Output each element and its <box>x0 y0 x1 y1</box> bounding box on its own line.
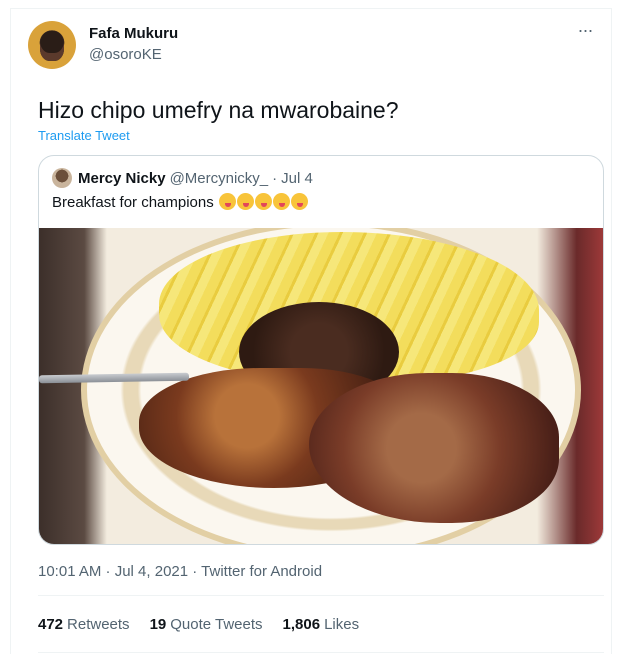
yum-emoji-icon <box>218 193 236 210</box>
quote-tweets-stat[interactable]: 19 Quote Tweets <box>150 616 263 633</box>
tweet-text: Hizo chipo umefry na mwarobaine? <box>38 97 399 123</box>
quoted-author-avatar <box>52 168 72 188</box>
divider <box>38 595 604 596</box>
likes-count: 1,806 <box>282 616 321 633</box>
yum-emoji-icon <box>236 193 254 210</box>
retweets-label: Retweets <box>67 616 130 633</box>
more-horizontal-icon[interactable]: ··· <box>574 21 596 45</box>
author-avatar[interactable] <box>28 21 76 69</box>
likes-label: Likes <box>324 616 360 633</box>
quoted-author-handle: @Mercynicky_ <box>169 169 269 187</box>
yum-emoji-icon <box>290 193 308 210</box>
yum-emoji-icon <box>272 193 290 210</box>
quoted-tweet-text: Breakfast for champions <box>52 193 308 211</box>
likes-stat[interactable]: 1,806 Likes <box>283 616 360 633</box>
tweet-header: Fafa Mukuru @osoroKE ··· <box>28 21 596 73</box>
quote-tweets-label: Quote Tweets <box>170 616 263 633</box>
quoted-photo[interactable] <box>39 228 603 544</box>
author-handle[interactable]: @osoroKE <box>89 46 162 63</box>
tweet-card: Fafa Mukuru @osoroKE ··· Hizo chipo umef… <box>10 8 612 654</box>
tweet-stats: 472 Retweets 19 Quote Tweets 1,806 Likes <box>38 616 359 633</box>
divider <box>38 652 604 653</box>
author-name[interactable]: Fafa Mukuru <box>89 25 178 42</box>
quoted-tweet-header: Mercy Nicky @Mercynicky_ · Jul 4 <box>52 168 317 188</box>
retweets-stat[interactable]: 472 Retweets <box>38 616 130 633</box>
separator-dot: · <box>272 169 278 187</box>
quoted-date: Jul 4 <box>281 169 313 187</box>
quoted-text-label: Breakfast for champions <box>52 194 214 211</box>
quoted-tweet[interactable]: Mercy Nicky @Mercynicky_ · Jul 4 Breakfa… <box>38 155 604 545</box>
tweet-meta[interactable]: 10:01 AM · Jul 4, 2021 · Twitter for And… <box>38 563 322 580</box>
quote-tweets-count: 19 <box>149 616 167 633</box>
yum-emoji-icon <box>254 193 272 210</box>
quoted-author-name: Mercy Nicky <box>78 169 166 187</box>
translate-tweet-link[interactable]: Translate Tweet <box>38 128 130 143</box>
retweets-count: 472 <box>38 616 64 633</box>
